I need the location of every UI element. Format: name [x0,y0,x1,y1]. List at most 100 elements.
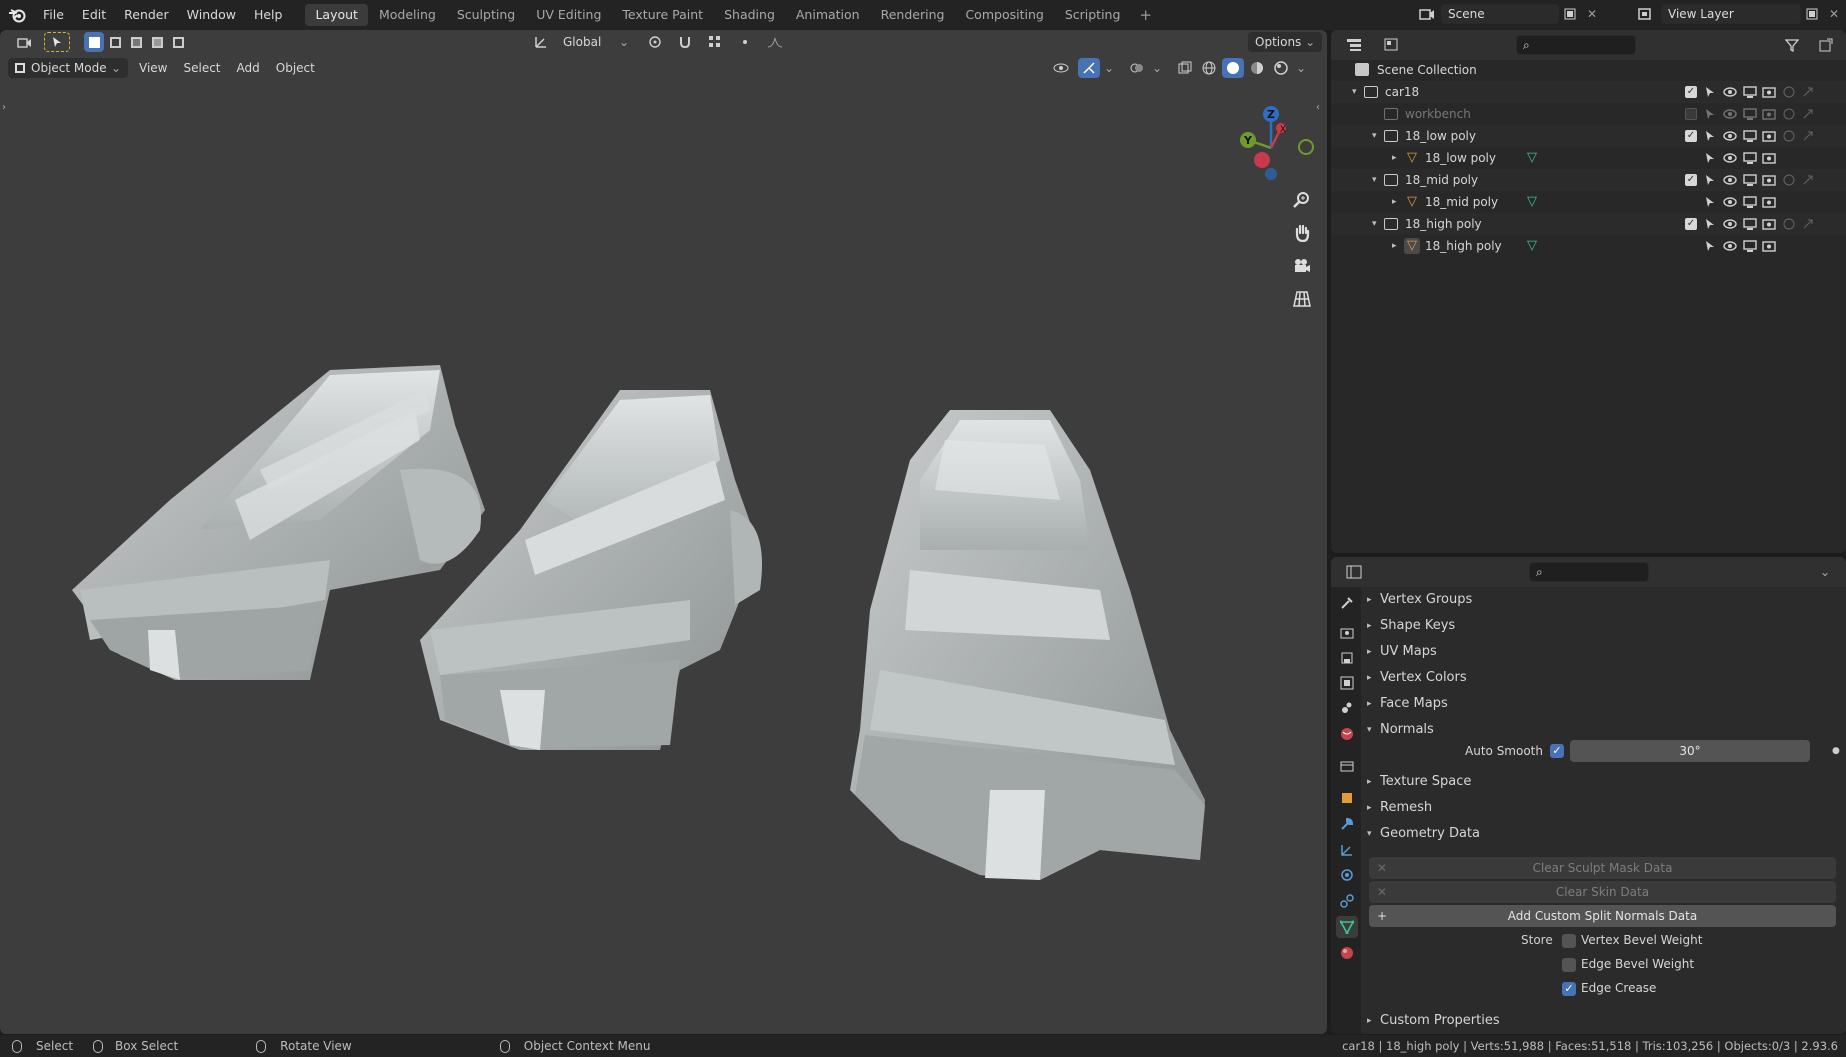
viewport-monitor-icon[interactable] [1743,173,1757,187]
mesh-data-icon[interactable]: ▽ [1527,235,1537,257]
output-tab-icon[interactable] [1336,647,1358,669]
material-tab-icon[interactable] [1336,942,1358,964]
zoom-icon[interactable] [1289,187,1315,213]
holdout-icon[interactable] [1782,85,1796,99]
particles-tab-icon[interactable] [1336,839,1358,861]
indirect-only-icon[interactable] [1801,129,1815,143]
view-layer-tab-icon[interactable] [1336,672,1358,694]
outliner-collection-row[interactable]: ▾ 18_low poly ✓ [1331,125,1846,147]
panel-uv-maps[interactable]: ▸ UV Maps [1361,639,1846,665]
panel-texture-space[interactable]: ▸ Texture Space [1361,769,1846,795]
workspace-tab-modeling[interactable]: Modeling [369,4,446,26]
proportional-falloff-icon[interactable] [760,32,790,52]
filter-icon[interactable] [1777,35,1807,55]
workspace-tab-sculpting[interactable]: Sculpting [447,4,525,26]
viewport-menu-view[interactable]: View [132,58,174,78]
view-layer-icon[interactable] [1631,4,1661,24]
eye-visibility-icon[interactable] [1723,85,1737,99]
menu-file[interactable]: File [34,0,73,30]
render-camera-icon[interactable] [1762,85,1776,99]
panel-remesh[interactable]: ▸ Remesh [1361,795,1846,821]
select-intersect-icon[interactable] [168,32,188,52]
outliner-collection-row[interactable]: ▾ car18 ✓ [1331,81,1846,103]
selectable-arrow-icon[interactable] [1703,107,1717,121]
proportional-edit-icon[interactable] [734,32,756,52]
workspace-tab-scripting[interactable]: Scripting [1055,4,1131,26]
panel-vertex-groups[interactable]: ▸ Vertex Groups [1361,587,1846,613]
auto-smooth-angle-field[interactable]: 30° [1570,740,1810,762]
render-camera-icon[interactable] [1762,151,1776,165]
render-camera-icon[interactable] [1762,173,1776,187]
scene-collection-row[interactable]: Scene Collection [1331,59,1846,81]
blender-logo-icon[interactable] [0,7,34,23]
eye-visibility-icon[interactable] [1723,173,1737,187]
transform-orientation-dropdown[interactable]: Global ⌄ [556,32,636,52]
options-dropdown[interactable]: Options ⌄ [1248,32,1323,52]
object-mode-dropdown[interactable]: Object Mode ⌄ [8,58,128,78]
outliner-object-row[interactable]: ▸ ▽ 18_high poly ▽ [1331,235,1846,257]
exclude-checkbox[interactable]: ✓ [1684,85,1698,99]
workspace-tab-texture-paint[interactable]: Texture Paint [612,4,713,26]
select-invert-icon[interactable] [147,32,167,52]
workspace-tab-layout[interactable]: Layout [305,4,368,26]
workspace-tab-rendering[interactable]: Rendering [871,4,955,26]
expand-arrow-icon[interactable]: ▸ [1392,147,1397,169]
holdout-icon[interactable] [1782,107,1796,121]
edge-crease-checkbox[interactable]: ✓ [1562,982,1576,996]
mesh-data-tab-icon[interactable] [1336,916,1358,938]
new-view-layer-icon[interactable] [1801,4,1823,24]
viewport-monitor-icon[interactable] [1743,239,1757,253]
xray-toggle-icon[interactable] [1174,58,1196,78]
menu-render[interactable]: Render [115,0,178,30]
indirect-only-icon[interactable] [1801,217,1815,231]
viewport-menu-select[interactable]: Select [176,58,227,78]
menu-edit[interactable]: Edit [73,0,115,30]
tool-tab-icon[interactable] [1336,592,1358,614]
delete-view-layer-icon[interactable]: ✕ [1823,4,1845,24]
eye-visibility-icon[interactable] [1723,129,1737,143]
physics-tab-icon[interactable] [1336,864,1358,886]
vertex-bevel-weight-checkbox[interactable] [1562,934,1576,948]
snap-icon[interactable] [674,32,696,52]
collapse-arrow-icon[interactable]: ▾ [1372,213,1377,235]
pivot-point-icon[interactable] [640,32,670,52]
eye-visibility-icon[interactable] [1723,151,1737,165]
selectable-arrow-icon[interactable] [1703,151,1717,165]
properties-options-icon[interactable]: ⌄ [1814,562,1836,582]
clear-sculpt-mask-data-button[interactable]: ✕ Clear Sculpt Mask Data [1369,857,1836,879]
viewport-monitor-icon[interactable] [1743,195,1757,209]
mesh-data-icon[interactable]: ▽ [1527,191,1537,213]
low-poly-car-mesh[interactable] [72,365,485,680]
add-workspace-button[interactable]: + [1131,6,1160,24]
menu-window[interactable]: Window [178,0,245,30]
menu-help[interactable]: Help [245,0,292,30]
selectable-arrow-icon[interactable] [1703,217,1717,231]
collapse-arrow-icon[interactable]: ▾ [1372,125,1377,147]
eye-visibility-icon[interactable] [1723,195,1737,209]
exclude-checkbox[interactable]: ✓ [1684,129,1698,143]
viewport-scene[interactable] [0,30,1327,1034]
constraints-tab-icon[interactable] [1336,890,1358,912]
hand-pan-icon[interactable] [1289,220,1315,246]
scene-tab-icon[interactable] [1336,697,1358,719]
shading-wireframe-icon[interactable] [1198,58,1220,78]
eye-visibility-icon[interactable] [1723,239,1737,253]
collection-tab-icon[interactable] [1336,755,1358,777]
properties-editor-type-icon[interactable] [1339,562,1369,582]
collapse-arrow-icon[interactable]: ▾ [1352,81,1357,103]
select-tool-icon[interactable] [44,32,70,52]
viewport-monitor-icon[interactable] [1743,85,1757,99]
properties-search-input[interactable]: ⌕ [1529,562,1649,582]
holdout-icon[interactable] [1782,217,1796,231]
render-tab-icon[interactable] [1336,622,1358,644]
viewport-monitor-icon[interactable] [1743,107,1757,121]
snap-target-icon[interactable] [700,32,730,52]
workspace-tab-compositing[interactable]: Compositing [955,4,1053,26]
indirect-only-icon[interactable] [1801,107,1815,121]
object-tab-icon[interactable] [1336,787,1358,809]
add-custom-split-normals-data-button[interactable]: + Add Custom Split Normals Data [1369,905,1836,927]
selectable-arrow-icon[interactable] [1703,173,1717,187]
eye-visibility-icon[interactable] [1723,107,1737,121]
indirect-only-icon[interactable] [1801,173,1815,187]
exclude-checkbox[interactable]: ✓ [1684,173,1698,187]
